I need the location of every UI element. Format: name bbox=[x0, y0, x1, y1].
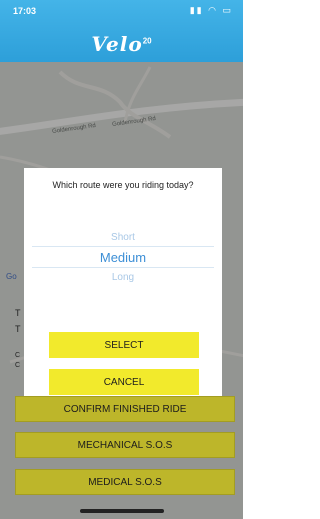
signal-icon: ▮▮ bbox=[189, 5, 204, 15]
logo-superscript: 20 bbox=[142, 36, 152, 46]
cancel-button[interactable]: CANCEL bbox=[49, 369, 199, 395]
dialog-question: Which route were you riding today? bbox=[52, 180, 194, 190]
app-logo: Velo20 bbox=[0, 32, 243, 56]
logo-text: Velo bbox=[91, 32, 143, 56]
wifi-icon: ◠ bbox=[208, 5, 218, 15]
picker-divider-top bbox=[32, 246, 214, 247]
picker-option-short[interactable]: Short bbox=[24, 232, 222, 243]
battery-icon: ▭ bbox=[222, 5, 233, 15]
status-icons: ▮▮ ◠ ▭ bbox=[190, 5, 233, 16]
app-header: 17:03 ▮▮ ◠ ▭ Velo20 bbox=[0, 0, 243, 62]
select-button[interactable]: SELECT bbox=[49, 332, 199, 358]
route-picker-dialog: Which route were you riding today? Short… bbox=[24, 168, 222, 396]
status-time: 17:03 bbox=[13, 6, 37, 16]
medical-sos-button[interactable]: MEDICAL S.O.S bbox=[15, 469, 235, 495]
home-indicator[interactable] bbox=[80, 509, 164, 513]
status-bar: 17:03 ▮▮ ◠ ▭ bbox=[0, 0, 243, 22]
picker-option-long[interactable]: Long bbox=[24, 272, 222, 283]
confirm-finished-ride-button[interactable]: CONFIRM FINISHED RIDE bbox=[15, 396, 235, 422]
picker-option-medium[interactable]: Medium bbox=[24, 250, 222, 265]
picker-divider-bottom bbox=[32, 267, 214, 268]
mechanical-sos-button[interactable]: MECHANICAL S.O.S bbox=[15, 432, 235, 458]
